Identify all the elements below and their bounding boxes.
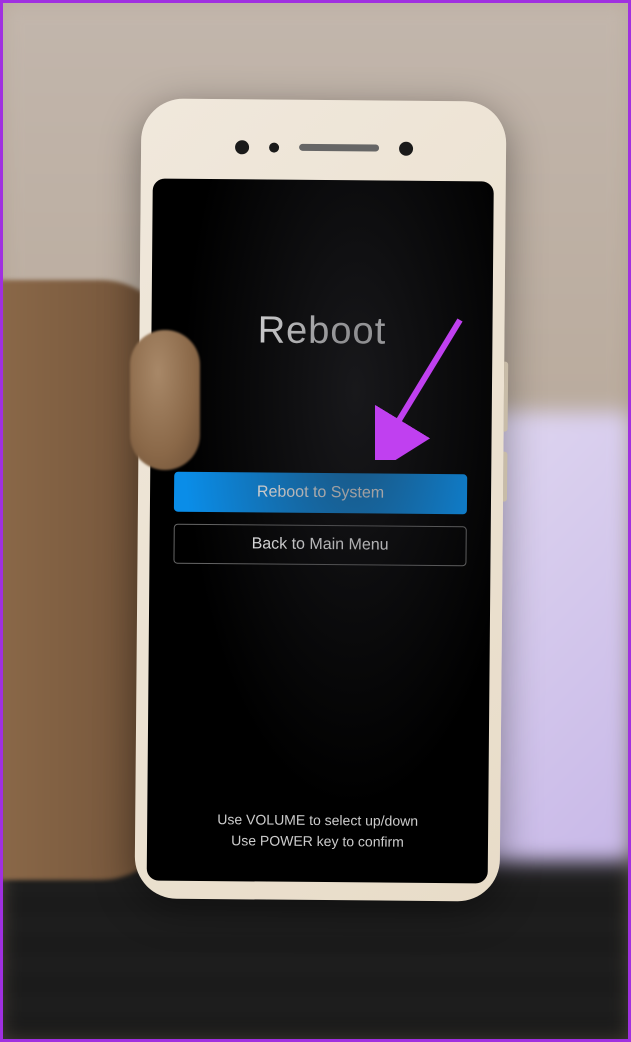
earpiece-speaker [299, 144, 379, 152]
front-camera [399, 141, 413, 155]
volume-button [504, 362, 509, 432]
menu-option-reboot-system[interactable]: Reboot to System [174, 472, 468, 515]
sensor-dot [269, 142, 279, 152]
recovery-screen: Reboot Reboot to System Back to Main Men… [147, 179, 494, 884]
thumb [130, 330, 200, 470]
phone-device: Reboot Reboot to System Back to Main Men… [135, 98, 507, 901]
screen-title: Reboot [258, 309, 387, 353]
instruction-line-1: Use VOLUME to select up/down [147, 809, 488, 833]
navigation-instructions: Use VOLUME to select up/down Use POWER k… [147, 809, 488, 854]
sensor-dot [235, 140, 249, 154]
instruction-line-2: Use POWER key to confirm [147, 829, 488, 853]
phone-top-sensors [141, 113, 507, 181]
menu-option-back-main[interactable]: Back to Main Menu [173, 524, 467, 567]
reboot-menu: Reboot to System Back to Main Menu [173, 472, 467, 567]
power-button [503, 452, 507, 502]
